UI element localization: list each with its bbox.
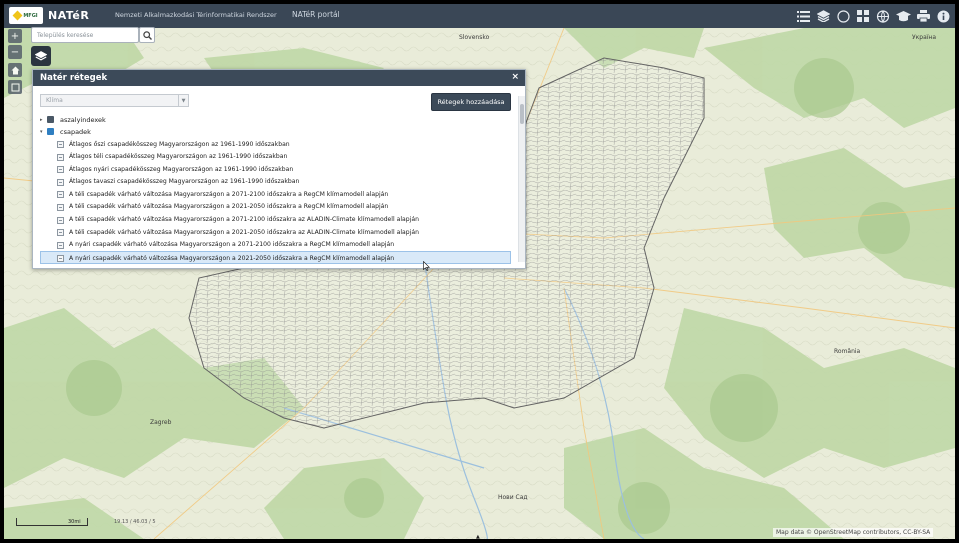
scale-label: 30mi [68, 519, 81, 525]
tree-group-label: csapadek [60, 128, 91, 136]
layer-item[interactable]: A téli csapadék várható változása Magyar… [33, 201, 517, 214]
layer-item-selected[interactable]: A nyári csapadék várható változása Magya… [40, 251, 511, 264]
panel-header: Natér rétegek × [33, 70, 525, 86]
layer-label: Átlagos téli csapadékösszeg Magyarország… [69, 153, 288, 161]
layer-label: A nyári csapadék várható változása Magya… [69, 254, 395, 262]
layer-label: A nyári csapadék várható változása Magya… [69, 241, 395, 249]
layer-checkbox[interactable] [57, 191, 64, 199]
logo-text: MFGI [23, 12, 38, 19]
info-icon[interactable] [935, 8, 951, 24]
layer-checkbox[interactable] [57, 166, 64, 174]
layer-checkbox[interactable] [57, 241, 64, 249]
search-icon [142, 30, 152, 40]
layer-label: A téli csapadék várható változása Magyar… [69, 203, 389, 211]
zoom-out-button[interactable]: − [8, 45, 22, 59]
layer-item[interactable]: Átlagos téli csapadékösszeg Magyarország… [33, 151, 517, 164]
category-select-value: Klíma [46, 97, 63, 104]
category-select[interactable]: Klíma ▼ [40, 94, 189, 107]
extent-icon [11, 83, 19, 91]
map-label-novi-sad: Нови Сад [498, 494, 528, 501]
layer-checkbox[interactable] [57, 141, 64, 148]
chevron-down-icon: ▼ [178, 95, 188, 106]
layer-item[interactable]: A téli csapadék várható változása Magyar… [33, 188, 517, 201]
panel-title: Natér rétegek [40, 73, 108, 83]
layer-label: A téli csapadék várható változása Magyar… [69, 216, 419, 224]
caret-down-icon[interactable]: ▾ [40, 129, 43, 135]
layer-label: Átlagos őszi csapadékösszeg Magyarország… [69, 140, 290, 148]
layer-checkbox[interactable] [57, 203, 64, 211]
close-button[interactable]: × [511, 72, 519, 82]
layer-item[interactable]: A téli csapadék várható változása Magyar… [33, 214, 517, 227]
top-bar: MFGI NATéR Nemzeti Alkalmazkodási Térinf… [4, 4, 955, 28]
graduation-cap-icon[interactable] [895, 8, 911, 24]
layer-item[interactable]: Átlagos nyári csapadékösszeg Magyarorszá… [33, 163, 517, 176]
home-button[interactable] [8, 63, 22, 77]
layer-label: Átlagos tavaszi csapadékösszeg Magyarors… [69, 178, 300, 186]
tree-group-aszalyindexek[interactable]: ▸ aszalyindexek [33, 114, 517, 126]
globe-compass-icon[interactable] [835, 8, 851, 24]
layers-icon[interactable] [815, 8, 831, 24]
panel-scrollbar[interactable] [518, 96, 525, 262]
layer-item[interactable]: Átlagos őszi csapadékösszeg Magyarország… [33, 138, 517, 151]
screen: Slovensko Україна Zagreb Нови Сад Români… [4, 4, 955, 539]
caret-right-icon[interactable]: ▸ [40, 117, 43, 123]
chevron-up-icon[interactable]: ▲ [476, 534, 480, 539]
grid-icon[interactable] [855, 8, 871, 24]
layer-label: A téli csapadék várható változása Magyar… [69, 228, 419, 236]
list-icon[interactable] [795, 8, 811, 24]
layer-checkbox[interactable] [57, 178, 64, 186]
map-label-romania: România [834, 348, 861, 355]
layer-label: Átlagos nyári csapadékösszeg Magyarorszá… [69, 165, 294, 173]
portal-link[interactable]: NATéR portál [292, 10, 340, 19]
mouse-cursor-icon [423, 261, 430, 271]
layer-label: A téli csapadék várható változása Magyar… [69, 190, 389, 198]
app-title: NATéR [48, 9, 90, 22]
add-layers-button[interactable]: Rétegek hozzáadása [431, 93, 511, 111]
map-label-zagreb: Zagreb [150, 419, 172, 426]
home-icon [11, 66, 19, 74]
tree-group-csapadek[interactable]: ▾ csapadek [33, 126, 517, 138]
search-input[interactable]: Település keresése [31, 27, 139, 43]
layer-item[interactable]: A nyári csapadék várható változása Magya… [33, 239, 517, 252]
layer-checkbox[interactable] [57, 153, 64, 161]
network-globe-icon[interactable] [875, 8, 891, 24]
search-button[interactable] [139, 27, 155, 43]
scrollbar-thumb[interactable] [520, 104, 524, 124]
layer-panel-toggle-button[interactable] [31, 46, 51, 66]
map-label-slovensko: Slovensko [459, 34, 490, 41]
map-label-ukraine: Україна [912, 34, 937, 41]
zoom-in-button[interactable]: + [8, 29, 22, 43]
layer-panel: Natér rétegek × Klíma ▼ Rétegek hozzáadá… [32, 69, 526, 269]
layers-icon [35, 50, 47, 60]
layer-item[interactable]: Átlagos tavaszi csapadékösszeg Magyarors… [33, 176, 517, 189]
layer-checkbox[interactable] [57, 216, 64, 224]
extent-button[interactable] [8, 80, 22, 94]
layer-checkbox[interactable] [57, 229, 64, 237]
folder-icon [47, 116, 54, 123]
app-subtitle: Nemzeti Alkalmazkodási Térinformatikai R… [115, 11, 277, 19]
layer-checkbox[interactable] [57, 255, 64, 263]
print-icon[interactable] [915, 8, 931, 24]
layer-item[interactable]: A téli csapadék várható változása Magyar… [33, 226, 517, 239]
logo-mark-icon [12, 10, 23, 21]
map-attribution: Map data © OpenStreetMap contributors, C… [773, 528, 934, 537]
coordinate-readout: 19.13 / 46.03 / 5 [114, 519, 156, 525]
layer-tree: ▸ aszalyindexek ▾ csapadek Átlagos őszi … [33, 114, 517, 264]
mfgi-logo[interactable]: MFGI [9, 7, 43, 24]
tree-group-label: aszalyindexek [60, 116, 106, 124]
folder-open-icon [47, 128, 54, 135]
